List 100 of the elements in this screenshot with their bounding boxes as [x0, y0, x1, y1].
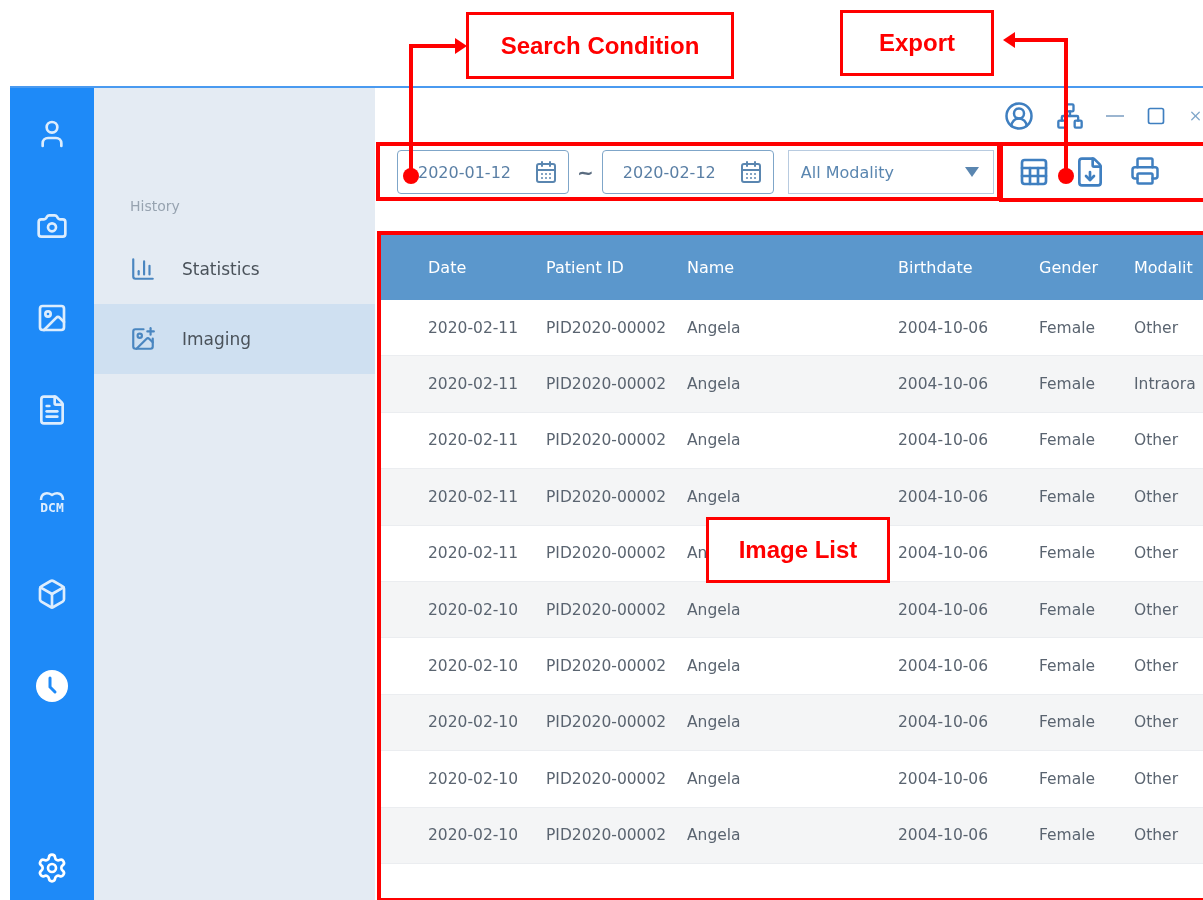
table-cell: 2020-02-10 — [428, 600, 519, 619]
table-cell: Angela — [687, 657, 741, 676]
network-icon — [1056, 102, 1084, 130]
column-header[interactable]: Gender — [1039, 258, 1134, 277]
printer-icon — [1129, 156, 1160, 186]
table-cell: 2020-02-11 — [428, 487, 519, 506]
table-cell: 2020-02-10 — [428, 826, 519, 845]
section-heading: History — [129, 198, 181, 216]
table-cell: PID2020-00002 — [546, 600, 667, 619]
table-cell: PID2020-00002 — [546, 769, 667, 788]
table-cell: 2004-10-06 — [898, 769, 989, 788]
range-separator: ~ — [577, 160, 594, 184]
date-input[interactable]: 2020-02-12 — [622, 162, 739, 182]
table-row[interactable]: 2020-02-10 PID2020-00002 Angela 2004-10-06 Female Other — [381, 807, 1203, 864]
table-cell: Other — [1134, 769, 1178, 788]
clock-icon — [35, 669, 69, 703]
table-cell: 2004-10-06 — [898, 487, 989, 506]
tooth-icon — [39, 490, 65, 501]
table-cell: 2020-02-10 — [428, 769, 519, 788]
table-cell: Angela — [687, 431, 741, 450]
table-cell: PID2020-00002 — [546, 544, 667, 563]
table-cell: 2004-10-06 — [898, 600, 989, 619]
table-cell: Other — [1134, 431, 1178, 450]
bar-chart-icon — [130, 256, 156, 282]
table-cell: Other — [1134, 600, 1178, 619]
date-field[interactable]: 2020-01-12 — [397, 150, 569, 194]
callout-tooltip: Image List — [706, 517, 890, 583]
table-cell: 2004-10-06 — [898, 544, 989, 563]
table-cell: Angela — [687, 600, 741, 619]
table-cell: 2004-10-06 — [898, 826, 989, 845]
table-cell: 2004-10-06 — [898, 713, 989, 732]
table-cell: Intraora — [1134, 375, 1196, 394]
dcm-nav-item[interactable]: DCM — [39, 456, 65, 548]
calendar-icon — [738, 160, 763, 184]
table-cell: 2020-02-10 — [428, 713, 519, 732]
table-cell: PID2020-00002 — [546, 826, 667, 845]
table-cell: Female — [1039, 318, 1096, 337]
network-button[interactable] — [1056, 102, 1084, 130]
table-cell: Other — [1134, 657, 1178, 676]
panel-item-label: Statistics — [182, 259, 260, 279]
column-header[interactable]: Patient ID — [546, 258, 687, 277]
cube-icon — [36, 578, 68, 610]
date-field[interactable]: 2020-02-12 — [601, 150, 774, 194]
table-cell: Angela — [687, 769, 741, 788]
table-cell: 2020-02-11 — [428, 431, 519, 450]
table-cell: Female — [1039, 769, 1096, 788]
table-row[interactable]: 2020-02-11 PID2020-00002 Angela 2004-10-06 Female Intraora — [381, 356, 1203, 413]
maximize-button[interactable] — [1146, 106, 1166, 126]
callout-label: Export — [840, 10, 994, 76]
table-cell: Female — [1039, 431, 1096, 450]
table-cell: 2004-10-06 — [898, 375, 989, 394]
panel-item[interactable]: Statistics — [94, 234, 375, 304]
table-cell: Angela — [687, 375, 741, 394]
callout-label: Search Condition — [466, 12, 734, 79]
table-cell: PID2020-00002 — [546, 713, 667, 732]
table-cell: An — [687, 544, 708, 563]
column-header[interactable]: Date — [428, 258, 546, 277]
table-row[interactable]: 2020-02-10 PID2020-00002 Angela 2004-10-06 Female Other — [381, 694, 1203, 752]
table-cell: Angela — [687, 318, 741, 337]
table-cell: 2020-02-11 — [428, 375, 519, 394]
column-header[interactable]: Birthdate — [898, 258, 1039, 277]
table-cell: 2020-02-11 — [428, 318, 519, 337]
column-header[interactable]: Name — [687, 258, 898, 277]
table-cell: Other — [1134, 544, 1178, 563]
caret-icon — [964, 167, 979, 177]
table-cell: 2004-10-06 — [898, 318, 989, 337]
image-icon — [130, 326, 156, 352]
minimize-icon — [1106, 115, 1124, 117]
table-cell: Female — [1039, 544, 1096, 563]
table-cell: Angela — [687, 487, 741, 506]
table-cell: PID2020-00002 — [546, 657, 667, 676]
table-cell: Other — [1134, 487, 1178, 506]
table-cell: Female — [1039, 713, 1096, 732]
panel-item-label: Imaging — [182, 329, 252, 349]
settings-icon[interactable] — [36, 852, 68, 884]
column-header[interactable]: Modalit — [1134, 258, 1203, 277]
modality-dropdown[interactable]: All Modality — [787, 150, 994, 194]
panel-item[interactable]: Imaging — [94, 304, 375, 374]
table-cell: Angela — [687, 826, 741, 845]
table-cell: Other — [1134, 713, 1178, 732]
table-row[interactable]: 2020-02-10 PID2020-00002 Angela 2004-10-06 Female Other — [381, 581, 1203, 639]
table-cell: PID2020-00002 — [546, 318, 667, 337]
table-cell: 2020-02-10 — [428, 657, 519, 676]
print-button[interactable] — [1129, 156, 1160, 188]
table-cell: Female — [1039, 600, 1096, 619]
user-circle-icon — [1004, 101, 1034, 131]
date-input[interactable]: 2020-01-12 — [418, 162, 534, 182]
table-cell: Female — [1039, 375, 1096, 394]
table-cell: Angela — [687, 713, 741, 732]
table-cell: 2004-10-06 — [898, 431, 989, 450]
image-icon — [36, 302, 68, 334]
table-cell: Other — [1134, 318, 1178, 337]
table-row[interactable]: 2020-02-11 PID2020-00002 Angela 2004-10-06 Female Other — [381, 469, 1203, 526]
account-button[interactable] — [1004, 101, 1034, 131]
table-cell: Female — [1039, 657, 1096, 676]
table-cell: PID2020-00002 — [546, 487, 667, 506]
table-cell: 2020-02-11 — [428, 544, 519, 563]
maximize-icon — [1146, 106, 1166, 126]
table-cell: PID2020-00002 — [546, 375, 667, 394]
table-cell: PID2020-00002 — [546, 431, 667, 450]
